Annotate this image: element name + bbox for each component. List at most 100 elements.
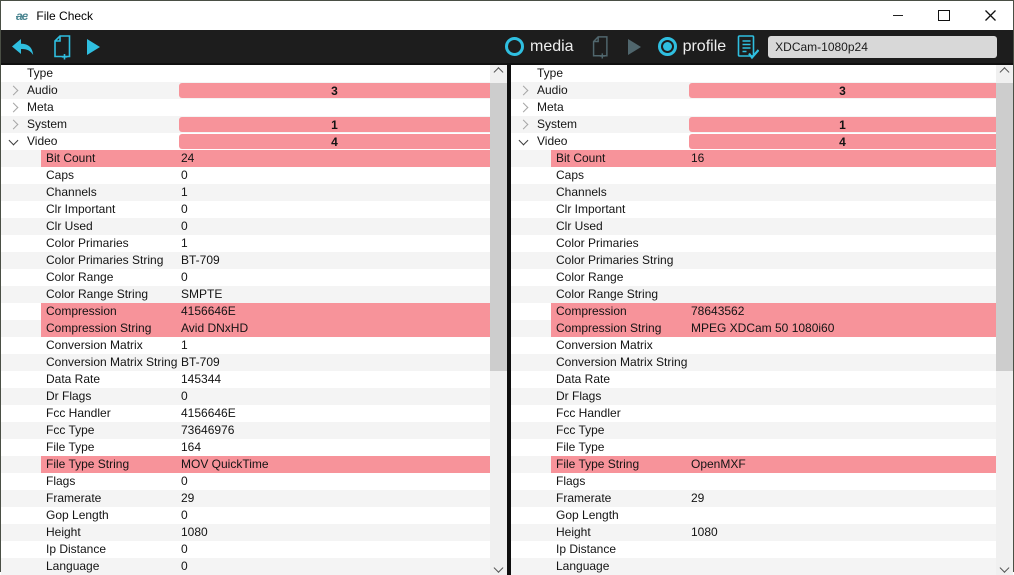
tree-row-dr-flags[interactable]: Dr Flags 0 (1, 388, 490, 405)
scroll-thumb[interactable] (996, 83, 1013, 371)
chevron-down-icon[interactable] (8, 135, 19, 146)
scroll-down-icon[interactable] (996, 558, 1013, 575)
tree-row-fcc-type[interactable]: Fcc Type 73646976 (1, 422, 490, 439)
profile-checklist-button[interactable] (735, 33, 760, 61)
tree-row-system[interactable]: System 1 (1, 116, 490, 133)
tree-row-meta[interactable]: Meta (1, 99, 490, 116)
tree-row-conversion-matrix[interactable]: Conversion Matrix 1 (1, 337, 490, 354)
tree-row-conversion-matrix[interactable]: Conversion Matrix (511, 337, 996, 354)
tree-row-caps[interactable]: Caps (511, 167, 996, 184)
chevron-right-icon[interactable] (518, 119, 529, 130)
scroll-up-icon[interactable] (996, 65, 1013, 82)
close-button[interactable] (967, 1, 1013, 30)
tree-row-color-range-string[interactable]: Color Range String (511, 286, 996, 303)
media-label[interactable]: media (530, 38, 574, 56)
chevron-right-icon[interactable] (8, 102, 19, 113)
tree-row-file-type-string[interactable]: File Type String MOV QuickTime (1, 456, 490, 473)
tree-row-fcc-handler[interactable]: Fcc Handler 4156646E (1, 405, 490, 422)
tree-row-audio[interactable]: Audio 3 (1, 82, 490, 99)
tree-row-color-range-string[interactable]: Color Range String SMPTE (1, 286, 490, 303)
tree-row-compression-string[interactable]: Compression String Avid DNxHD (1, 320, 490, 337)
tree-row-height[interactable]: Height 1080 (1, 524, 490, 541)
scroll-up-icon[interactable] (490, 65, 507, 82)
tree-row-flags[interactable]: Flags 0 (1, 473, 490, 490)
tree-row-data-rate[interactable]: Data Rate 145344 (1, 371, 490, 388)
chevron-down-icon[interactable] (518, 135, 529, 146)
chevron-right-icon[interactable] (518, 102, 529, 113)
tree-row-clr-important[interactable]: Clr Important (511, 201, 996, 218)
run-media-button[interactable] (627, 38, 641, 55)
profile-name-input[interactable] (768, 35, 997, 58)
tree-row-meta[interactable]: Meta (511, 99, 996, 116)
tree-row-language[interactable]: Language 0 (1, 558, 490, 575)
profile-radio[interactable] (657, 37, 677, 56)
tree-row-framerate[interactable]: Framerate 29 (511, 490, 996, 507)
tree-row-language[interactable]: Language (511, 558, 996, 575)
tree-row-color-primaries[interactable]: Color Primaries 1 (1, 235, 490, 252)
tree-row-flags[interactable]: Flags (511, 473, 996, 490)
tree-row-color-range[interactable]: Color Range (511, 269, 996, 286)
tree-row-height[interactable]: Height 1080 (511, 524, 996, 541)
tree-row-bit-count[interactable]: Bit Count 24 (1, 150, 490, 167)
maximize-button[interactable] (921, 1, 967, 30)
tree-row-clr-important[interactable]: Clr Important 0 (1, 201, 490, 218)
row-label: Conversion Matrix String (46, 355, 178, 369)
back-button[interactable] (9, 35, 37, 59)
chevron-right-icon[interactable] (8, 85, 19, 96)
tree-row-ip-distance[interactable]: Ip Distance 0 (1, 541, 490, 558)
tree-row-file-type-string[interactable]: File Type String OpenMXF (511, 456, 996, 473)
minimize-button[interactable] (875, 1, 921, 30)
tree-row-clr-used[interactable]: Clr Used (511, 218, 996, 235)
tree-row-caps[interactable]: Caps 0 (1, 167, 490, 184)
tree-row-dr-flags[interactable]: Dr Flags (511, 388, 996, 405)
profile-scrollbar[interactable] (996, 65, 1013, 575)
row-label: Language (556, 559, 610, 573)
tree-row-channels[interactable]: Channels 1 (1, 184, 490, 201)
tree-row-channels[interactable]: Channels (511, 184, 996, 201)
tree-row-clr-used[interactable]: Clr Used 0 (1, 218, 490, 235)
tree-row-file-type[interactable]: File Type 164 (1, 439, 490, 456)
row-label: Color Primaries String (556, 253, 674, 267)
tree-row-video[interactable]: Video 4 (511, 133, 996, 150)
tree-row-video[interactable]: Video 4 (1, 133, 490, 150)
tree-row-compression[interactable]: Compression 4156646E (1, 303, 490, 320)
tree-row-compression[interactable]: Compression 78643562 (511, 303, 996, 320)
tree-row-color-primaries[interactable]: Color Primaries (511, 235, 996, 252)
tree-row-fcc-type[interactable]: Fcc Type (511, 422, 996, 439)
tree-row-conversion-matrix-string[interactable]: Conversion Matrix String (511, 354, 996, 371)
profile-panel: Type Audio 3 Meta System 1 Video 4 Bit Count 16 Ca… (511, 65, 1013, 575)
chevron-right-icon[interactable] (518, 85, 529, 96)
chevron-right-icon[interactable] (8, 119, 19, 130)
tree-row-conversion-matrix-string[interactable]: Conversion Matrix String BT-709 (1, 354, 490, 371)
tree-row-color-range[interactable]: Color Range 0 (1, 269, 490, 286)
row-label: Data Rate (556, 372, 611, 386)
tree-row-gop-length[interactable]: Gop Length 0 (1, 507, 490, 524)
tree-row-file-type[interactable]: File Type (511, 439, 996, 456)
tree-row-framerate[interactable]: Framerate 29 (1, 490, 490, 507)
tree-row-fcc-handler[interactable]: Fcc Handler (511, 405, 996, 422)
column-header-type: Type (511, 65, 996, 82)
mismatch-highlight (551, 150, 996, 167)
tree-row-ip-distance[interactable]: Ip Distance (511, 541, 996, 558)
row-label: Audio (537, 83, 568, 97)
tree-row-gop-length[interactable]: Gop Length (511, 507, 996, 524)
tree-row-audio[interactable]: Audio 3 (511, 82, 996, 99)
window-title: File Check (36, 8, 94, 23)
row-value: MPEG XDCam 50 1080i60 (691, 321, 835, 335)
tree-row-system[interactable]: System 1 (511, 116, 996, 133)
scroll-down-icon[interactable] (490, 558, 507, 575)
row-label: Compression String (556, 321, 662, 335)
media-scrollbar[interactable] (490, 65, 507, 575)
profile-label[interactable]: profile (683, 38, 727, 56)
tree-row-color-primaries-string[interactable]: Color Primaries String (511, 252, 996, 269)
run-button[interactable] (87, 38, 100, 55)
tree-row-data-rate[interactable]: Data Rate (511, 371, 996, 388)
tree-row-color-primaries-string[interactable]: Color Primaries String BT-709 (1, 252, 490, 269)
tree-row-bit-count[interactable]: Bit Count 16 (511, 150, 996, 167)
row-label: Flags (556, 474, 586, 488)
media-radio[interactable] (505, 37, 524, 56)
scroll-thumb[interactable] (490, 83, 507, 371)
new-media-file-button[interactable] (589, 34, 611, 60)
new-file-button[interactable] (50, 33, 74, 61)
tree-row-compression-string[interactable]: Compression String MPEG XDCam 50 1080i60 (511, 320, 996, 337)
